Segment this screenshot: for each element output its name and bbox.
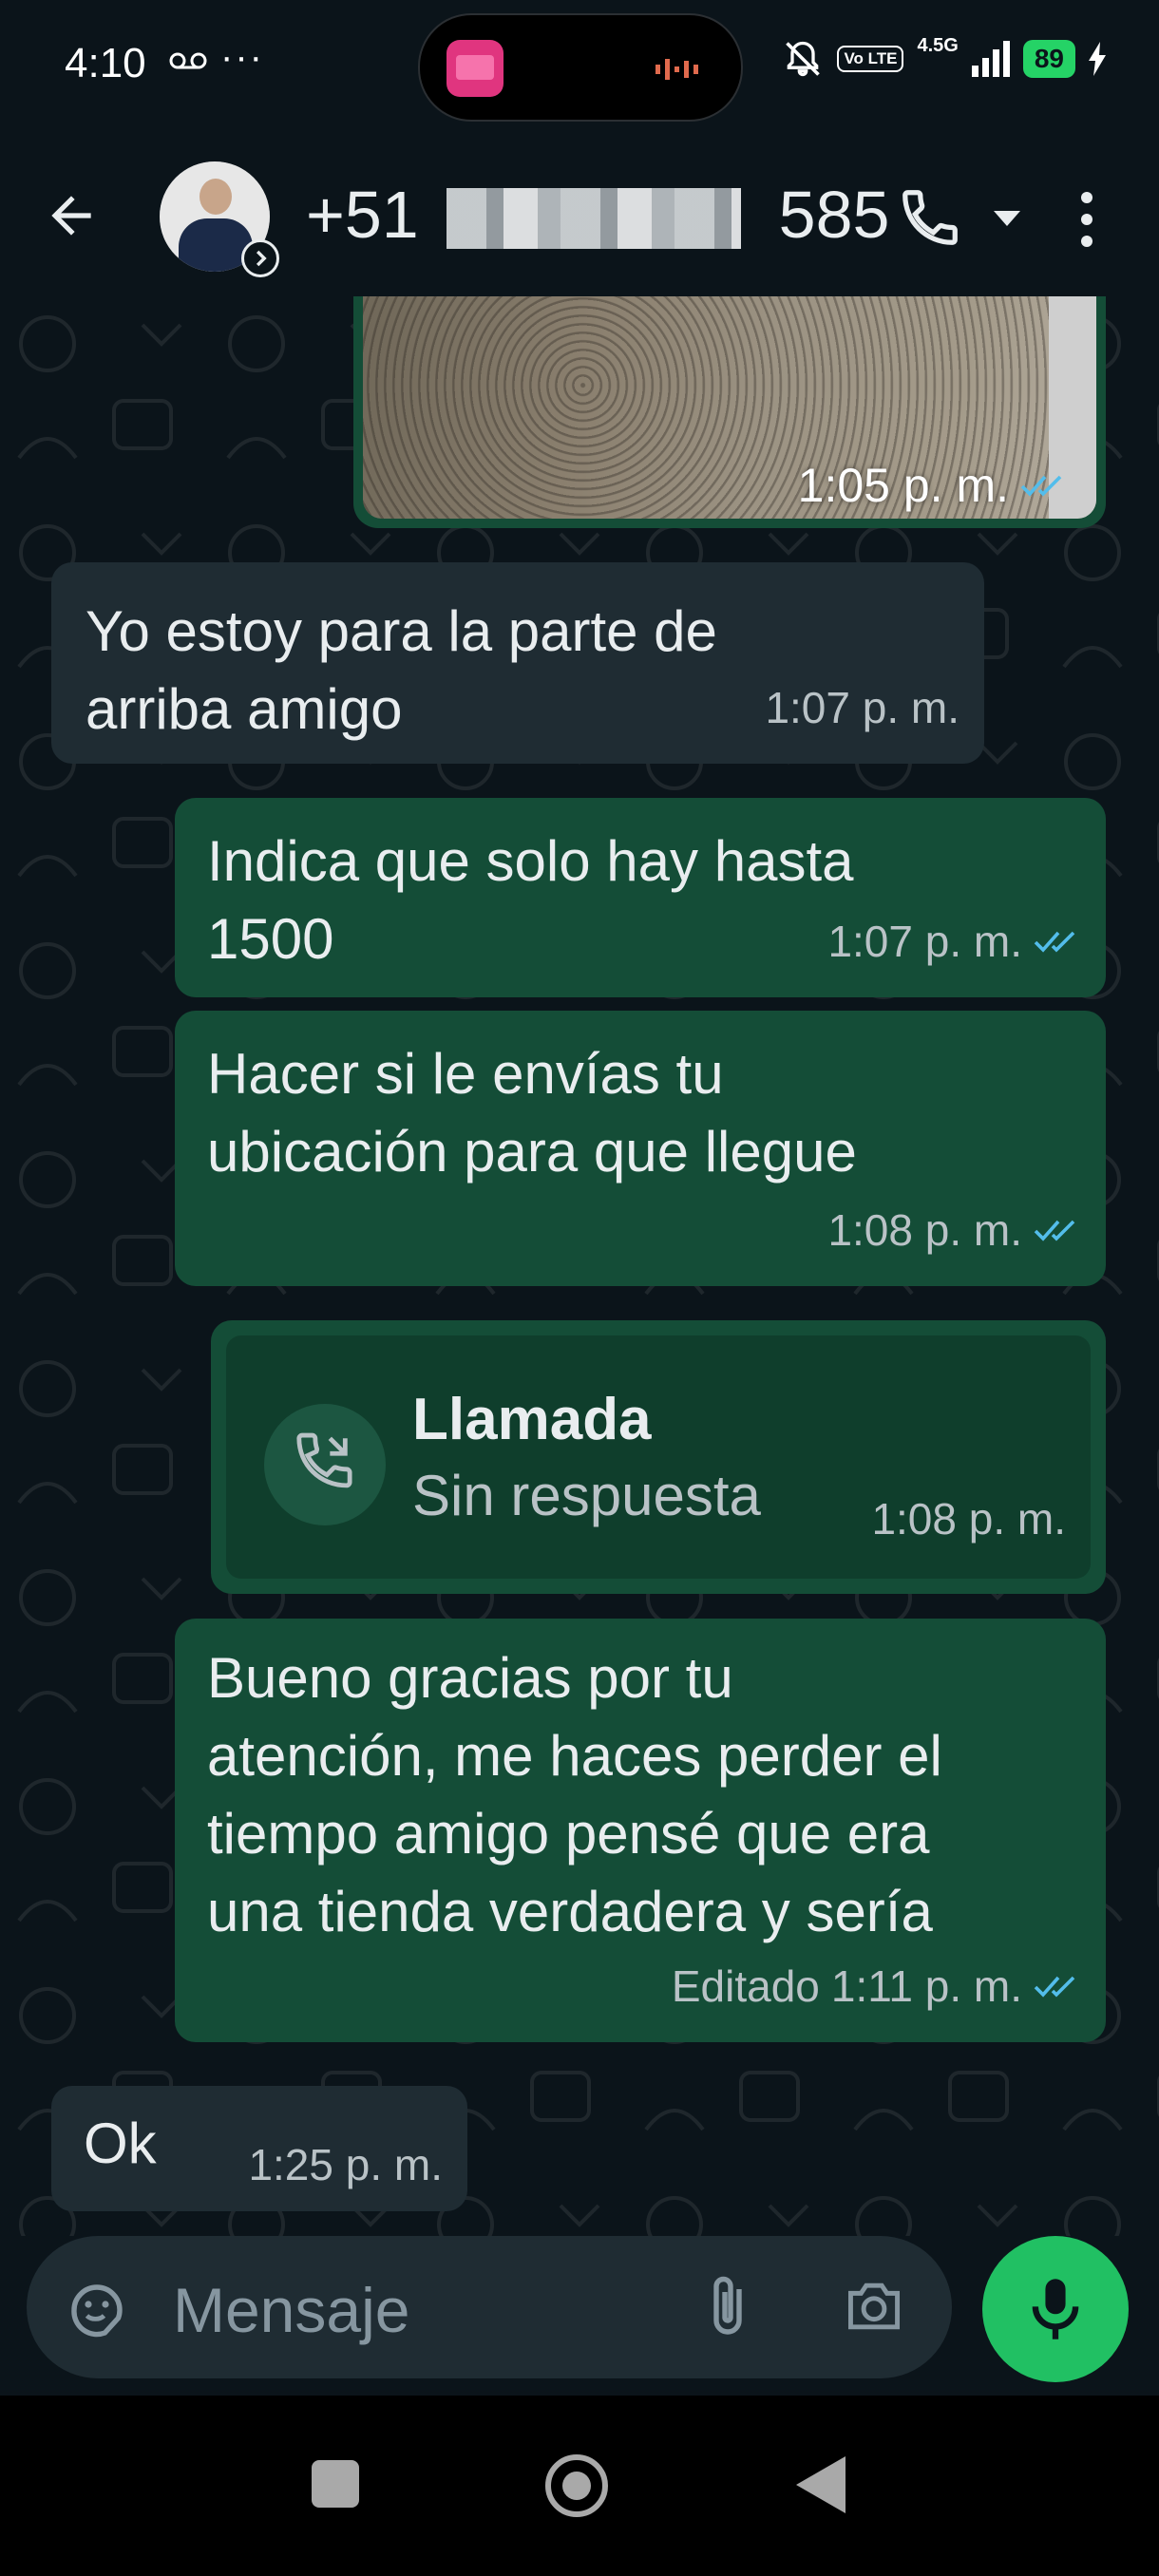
outgoing-message[interactable]: Bueno gracias por tu atención, me haces …: [175, 1619, 1106, 2042]
back-button[interactable]: [796, 2456, 846, 2513]
dynamic-island: [418, 13, 743, 122]
message-meta: 1:08 p. m.: [827, 1191, 1081, 1269]
read-receipt-icon: [1034, 931, 1075, 953]
message-text-line: Indica que solo hay hasta: [207, 829, 854, 893]
message-meta: Editado 1:11 p. m.: [672, 1947, 1081, 2025]
message-text-line: Hacer si le envías tu: [207, 1042, 724, 1106]
message-meta: 1:08 p. m.: [871, 1480, 1066, 1558]
message-meta: 1:07 p. m.: [765, 669, 960, 747]
status-icons: Vo LTE 4.5G 89: [782, 34, 1106, 80]
message-input[interactable]: Mensaje: [173, 2274, 409, 2346]
voicemail-icon: [169, 49, 207, 77]
message-meta: 1:05 p. m.: [798, 458, 1068, 513]
camera-icon[interactable]: [842, 2278, 906, 2335]
incoming-message[interactable]: Yo estoy para la parte de arriba amigo 1…: [51, 562, 984, 764]
read-receipt-icon: [1020, 475, 1062, 497]
home-button[interactable]: [545, 2454, 608, 2517]
caret-down-icon[interactable]: [992, 209, 1022, 228]
message-text-line: arriba amigo: [86, 677, 403, 741]
missed-call-icon: [264, 1404, 386, 1525]
outgoing-message[interactable]: Indica que solo hay hasta 1500 1:07 p. m…: [175, 798, 1106, 997]
message-text-line: ubicación para que llegue: [207, 1120, 857, 1184]
call-card: Llamada Sin respuesta 1:08 p. m.: [226, 1335, 1091, 1579]
audio-wave-icon: [656, 59, 698, 80]
status-bar: 4:10 ··· Vo LTE 4.5G 89: [0, 0, 1159, 133]
message-time: 1:08 p. m.: [871, 1494, 1066, 1544]
recents-button[interactable]: [312, 2460, 359, 2508]
message-text-line: 1500: [207, 907, 334, 971]
call-title: Llamada: [412, 1387, 652, 1452]
chevron-right-icon: [241, 239, 279, 277]
message-time: 1:11 p. m.: [830, 1961, 1022, 2011]
call-status: Sin respuesta: [412, 1464, 761, 1527]
message-time: 1:05 p. m.: [797, 459, 1009, 512]
image-message[interactable]: 1:05 p. m.: [353, 296, 1106, 528]
mic-icon: [1032, 2279, 1079, 2339]
message-meta: 1:25 p. m.: [248, 2126, 443, 2204]
sticker-icon[interactable]: [63, 2276, 131, 2344]
message-text-line: tiempo amigo pensé que era: [207, 1802, 930, 1866]
message-meta: 1:07 p. m.: [827, 902, 1081, 980]
message-time: 1:25 p. m.: [248, 2140, 443, 2189]
network-label: 4.5G: [917, 34, 959, 56]
charging-icon: [1089, 42, 1106, 76]
read-receipt-icon: [1034, 1220, 1075, 1241]
bell-off-icon: [786, 41, 821, 77]
message-time: 1:08 p. m.: [827, 1205, 1022, 1255]
chat-header: +51 585: [0, 142, 1159, 294]
outgoing-message[interactable]: Hacer si le envías tu ubicación para que…: [175, 1011, 1106, 1286]
message-text-line: atención, me haces perder el: [207, 1724, 942, 1788]
volte-badge: Vo LTE: [837, 46, 904, 72]
message-text-line: Ok: [84, 2112, 157, 2175]
signal-icon: [971, 41, 1010, 77]
app-icon: [446, 40, 504, 97]
contact-suffix: 585: [778, 178, 890, 252]
message-list[interactable]: 1:05 p. m. Yo estoy para la parte de arr…: [0, 296, 1159, 2236]
more-vert-icon[interactable]: [1075, 188, 1098, 251]
message-text-line: Yo estoy para la parte de: [86, 599, 717, 663]
status-more-dots: ···: [220, 36, 264, 78]
system-nav-bar: [0, 2396, 1159, 2576]
battery-level: 89: [1022, 40, 1075, 78]
message-input-bar[interactable]: Mensaje: [27, 2236, 952, 2378]
attach-icon[interactable]: [703, 2272, 752, 2340]
back-arrow-icon[interactable]: [42, 186, 101, 245]
phone-icon[interactable]: [897, 184, 963, 251]
redacted-number: [446, 188, 741, 249]
status-time: 4:10: [65, 40, 146, 86]
message-text-line: Bueno gracias por tu: [207, 1646, 733, 1710]
message-text-line: una tienda verdadera y sería: [207, 1880, 933, 1943]
message-time: 1:07 p. m.: [765, 683, 960, 732]
contact-prefix: +51: [306, 178, 419, 252]
edited-label: Editado: [671, 1961, 820, 2011]
call-message[interactable]: Llamada Sin respuesta 1:08 p. m.: [211, 1320, 1106, 1594]
incoming-message[interactable]: Ok 1:25 p. m.: [51, 2086, 467, 2211]
read-receipt-icon: [1034, 1976, 1075, 1998]
mic-button[interactable]: [982, 2236, 1129, 2382]
message-time: 1:07 p. m.: [827, 917, 1022, 966]
